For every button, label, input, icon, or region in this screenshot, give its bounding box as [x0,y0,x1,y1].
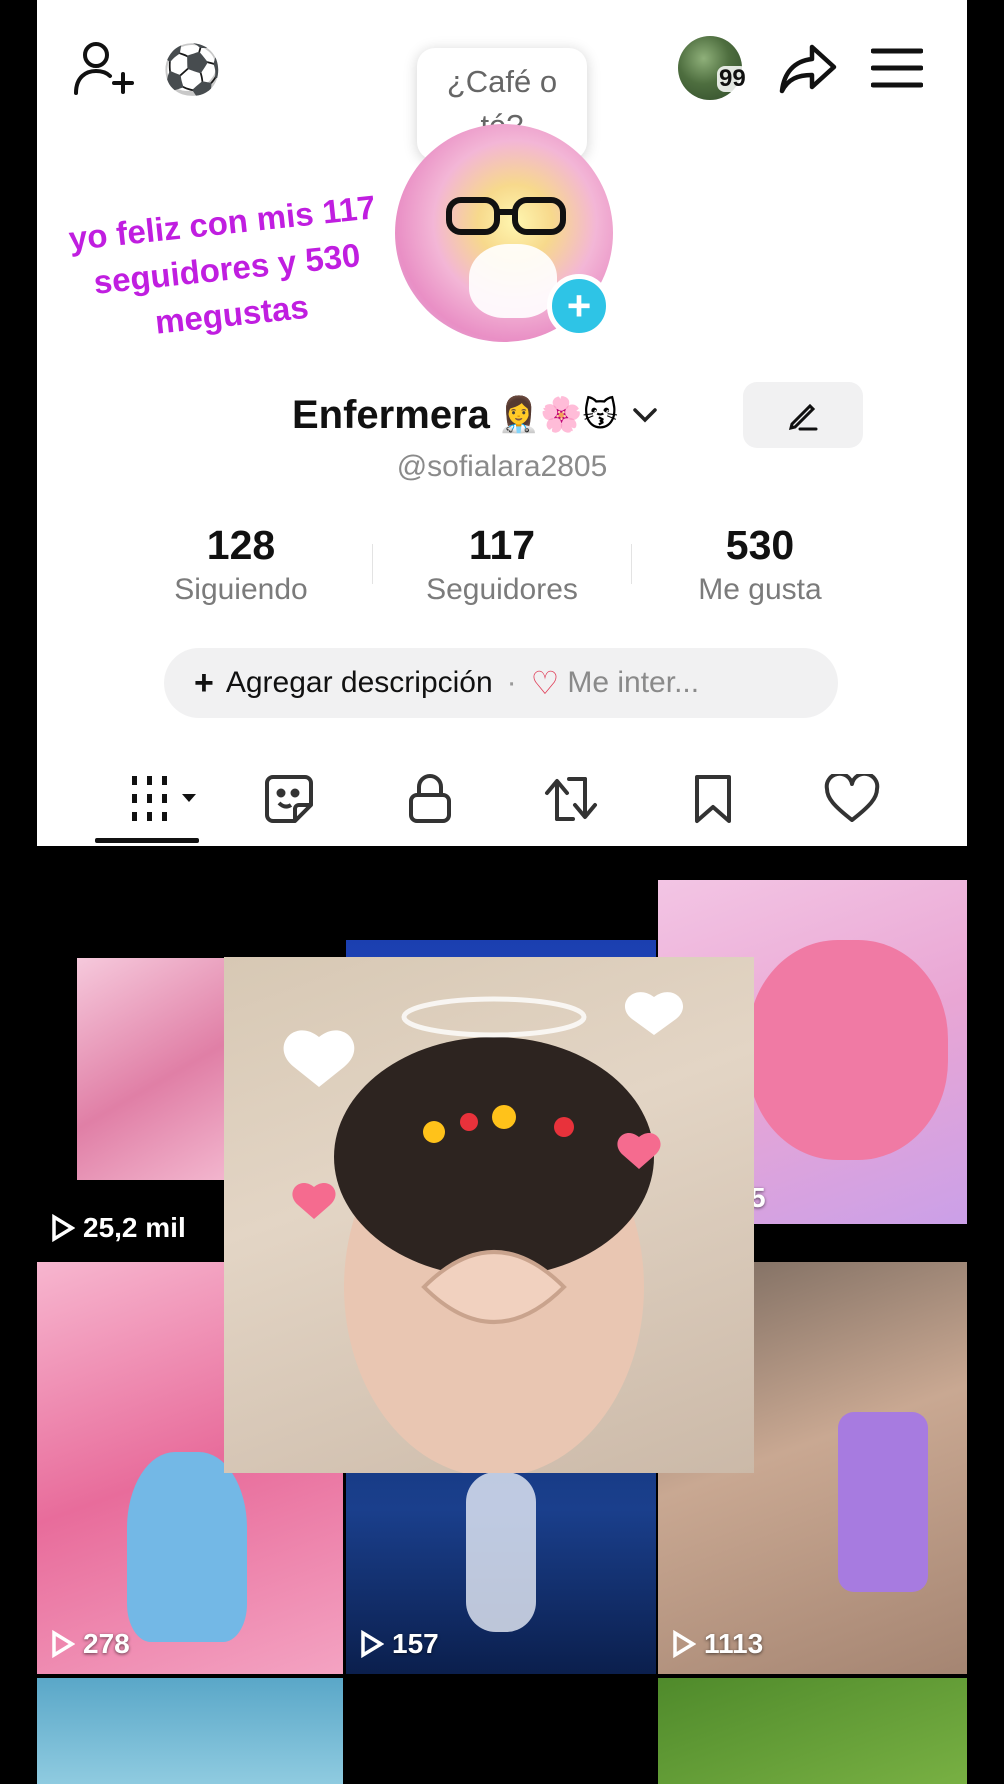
stat-following-value: 128 [206,522,276,568]
repost-icon [545,777,597,821]
tab-videos[interactable] [115,764,225,834]
view-count: 25,2 mil [83,1212,186,1243]
play-count: 157 [360,1628,439,1660]
video-thumbnail[interactable] [346,1678,656,1784]
stat-followers[interactable]: 117 Seguidores [382,520,622,610]
interests-button[interactable]: Me inter... [567,666,699,700]
stat-likes[interactable]: 530 Me gusta [640,520,880,610]
phone-screen: ⚽ ¿Café o té? 99 yo feliz con mis 117 se… [37,0,967,1784]
edit-profile-button[interactable] [743,382,863,448]
view-count: 278 [83,1628,130,1659]
display-name-emojis: 👩‍⚕️🌸😽 [497,396,618,434]
stat-divider [631,544,632,584]
grid-icon [132,776,196,821]
tab-saved[interactable] [673,764,753,834]
thumbnail-image [466,1472,536,1632]
heart-icon: ♡ [530,665,560,701]
view-count: 1113 [704,1628,764,1659]
separator: · [506,666,517,699]
play-count: 278 [51,1628,130,1660]
tab-stickers[interactable] [249,764,329,834]
lock-icon [409,774,451,823]
thumbnail-image [748,940,948,1160]
profile-visitors-count: 99 [717,65,748,92]
video-thumbnail[interactable] [658,1678,967,1784]
play-count: 25,2 mil [51,1212,186,1244]
overlay-caption: yo feliz con mis 117 seguidores y 530 me… [66,188,378,341]
play-icon [361,1630,384,1658]
add-story-plus-icon[interactable]: + [547,274,611,338]
thumbnail-image [127,1452,247,1642]
stat-followers-label: Seguidores [426,573,578,606]
stat-followers-value: 117 [468,522,536,568]
play-icon [52,1630,75,1658]
bookmark-icon [695,775,731,823]
stat-following[interactable]: 128 Siguiendo [121,520,361,610]
tab-liked[interactable] [812,764,892,834]
stat-divider [372,544,373,584]
stat-following-label: Siguiendo [174,573,308,606]
thumbnail-image [77,958,232,1180]
username: @sofialara2805 [396,450,608,483]
plus-icon: + [194,663,214,702]
soccer-ball-icon[interactable]: ⚽ [161,40,223,102]
overlay-photo [224,957,754,1473]
tab-private[interactable] [390,764,470,834]
add-friend-icon[interactable] [67,38,137,98]
profile-header: ⚽ ¿Café o té? 99 yo feliz con mis 117 se… [37,0,967,846]
add-description-button[interactable]: Agregar descripción [226,666,493,700]
chevron-down-icon[interactable] [632,400,658,431]
tab-reposts[interactable] [531,764,611,834]
avatar-cat-figure [469,244,557,318]
video-thumbnail[interactable] [37,1678,343,1784]
sticker-icon [265,775,313,823]
share-icon[interactable] [775,38,841,100]
play-icon [52,1214,75,1242]
display-name-row[interactable]: Enfermera 👩‍⚕️🌸😽 [292,385,658,445]
content-tabs [37,764,967,846]
stat-likes-label: Me gusta [698,573,822,606]
display-name: Enfermera [292,392,490,437]
menu-icon[interactable] [869,42,925,94]
view-count: 157 [392,1628,439,1659]
thumbnail-image [838,1412,928,1592]
stat-likes-value: 530 [725,522,795,568]
heart-outline-icon [824,774,880,822]
play-count: 1113 [672,1628,763,1660]
active-tab-indicator [95,838,199,843]
pencil-icon [788,403,818,431]
description-bar: + Agregar descripción · ♡ Me inter... [164,648,838,718]
play-icon [673,1630,696,1658]
